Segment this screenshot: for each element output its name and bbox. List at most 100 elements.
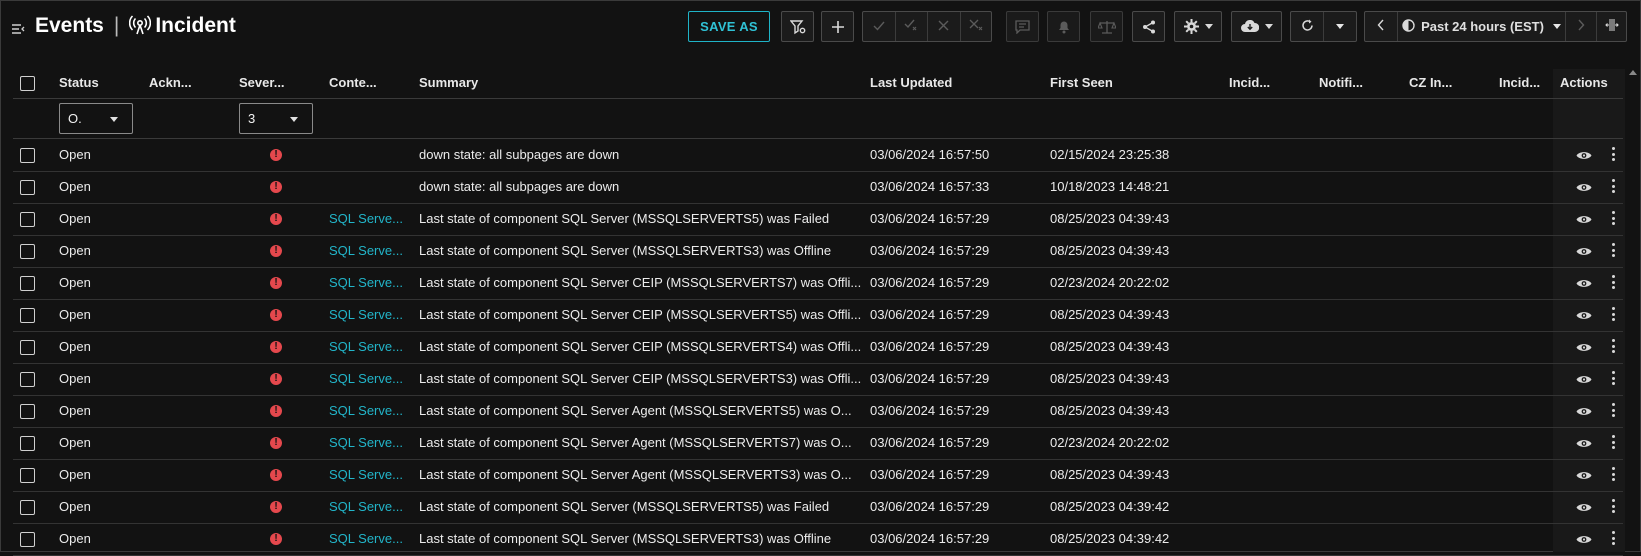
eye-icon[interactable] — [1576, 213, 1592, 228]
table-row[interactable]: Open! SQL Serve... Last state of component… — [13, 267, 1623, 300]
select-all-checkbox[interactable] — [20, 76, 35, 91]
row-checkbox[interactable] — [20, 276, 35, 291]
more-options-icon[interactable] — [1612, 243, 1616, 257]
more-options-icon[interactable] — [1612, 467, 1616, 481]
comment-button[interactable] — [1006, 11, 1039, 42]
column-context[interactable]: Conte... — [329, 75, 377, 90]
eye-icon[interactable] — [1576, 181, 1592, 196]
row-context-link[interactable]: SQL Serve... — [329, 467, 403, 482]
chevron-down-icon — [1264, 24, 1273, 29]
row-context-link[interactable]: SQL Serve... — [329, 339, 403, 354]
eye-icon[interactable] — [1576, 245, 1592, 260]
more-options-icon[interactable] — [1612, 403, 1616, 417]
column-acknowledged[interactable]: Ackn... — [149, 75, 192, 90]
settings-dropdown[interactable] — [1174, 11, 1222, 42]
column-incident-2[interactable]: Incid... — [1499, 75, 1540, 90]
more-options-icon[interactable] — [1612, 339, 1616, 353]
row-checkbox[interactable] — [20, 436, 35, 451]
row-context-link[interactable]: SQL Serve... — [329, 211, 403, 226]
row-checkbox[interactable] — [20, 532, 35, 547]
column-cz-incident[interactable]: CZ In... — [1409, 75, 1452, 90]
more-options-icon[interactable] — [1612, 435, 1616, 449]
table-row[interactable]: Open! down state: all subpages are down 03… — [13, 139, 1623, 172]
share-button[interactable] — [1132, 11, 1165, 42]
table-row[interactable]: Open! SQL Serve... Last state of component… — [13, 491, 1623, 524]
row-checkbox[interactable] — [20, 372, 35, 387]
eye-icon[interactable] — [1576, 373, 1592, 388]
column-incident[interactable]: Incid... — [1229, 75, 1270, 90]
severity-filter-select[interactable]: 3 — [239, 103, 313, 134]
more-options-icon[interactable] — [1612, 275, 1616, 289]
save-as-button[interactable]: SAVE AS — [688, 11, 770, 42]
collapse-icon[interactable] — [11, 22, 25, 36]
table-row[interactable]: Open! SQL Serve... Last state of component… — [13, 523, 1623, 556]
row-checkbox[interactable] — [20, 500, 35, 515]
reopen-button[interactable] — [961, 12, 992, 41]
row-checkbox[interactable] — [20, 148, 35, 163]
acknowledge-button[interactable] — [863, 12, 896, 41]
eye-icon[interactable] — [1576, 309, 1592, 324]
table-row[interactable]: Open! SQL Serve... Last state of component… — [13, 331, 1623, 364]
time-next-button[interactable] — [1566, 12, 1597, 41]
notify-button[interactable] — [1047, 11, 1080, 42]
more-options-icon[interactable] — [1612, 307, 1616, 321]
row-context-link[interactable]: SQL Serve... — [329, 499, 403, 514]
table-row[interactable]: Open! SQL Serve... Last state of component… — [13, 395, 1623, 428]
row-context-link[interactable]: SQL Serve... — [329, 435, 403, 450]
row-checkbox[interactable] — [20, 468, 35, 483]
time-range-adjust-button[interactable] — [1597, 12, 1626, 41]
status-filter-select[interactable]: O. — [59, 103, 133, 134]
row-context-link[interactable]: SQL Serve... — [329, 403, 403, 418]
row-checkbox[interactable] — [20, 308, 35, 323]
column-notification[interactable]: Notifi... — [1319, 75, 1363, 90]
eye-icon[interactable] — [1576, 533, 1592, 548]
export-dropdown[interactable] — [1231, 11, 1282, 42]
time-range-dropdown[interactable]: Past 24 hours (EST) — [1398, 12, 1566, 41]
eye-icon[interactable] — [1576, 437, 1592, 452]
row-context-link[interactable]: SQL Serve... — [329, 275, 403, 290]
row-checkbox[interactable] — [20, 404, 35, 419]
eye-icon[interactable] — [1576, 277, 1592, 292]
eye-icon[interactable] — [1576, 469, 1592, 484]
refresh-button[interactable] — [1291, 12, 1324, 41]
more-options-icon[interactable] — [1612, 499, 1616, 513]
column-status[interactable]: Status — [59, 75, 99, 90]
table-row[interactable]: Open! SQL Serve... Last state of component… — [13, 299, 1623, 332]
row-checkbox[interactable] — [20, 244, 35, 259]
eye-icon[interactable] — [1576, 341, 1592, 356]
more-options-icon[interactable] — [1612, 371, 1616, 385]
row-context-link[interactable]: SQL Serve... — [329, 307, 403, 322]
more-options-icon[interactable] — [1612, 211, 1616, 225]
time-prev-button[interactable] — [1365, 12, 1398, 41]
column-last-updated[interactable]: Last Updated — [870, 75, 952, 90]
add-button[interactable] — [821, 11, 854, 42]
more-options-icon[interactable] — [1612, 179, 1616, 193]
table-row[interactable]: Open! SQL Serve... Last state of component… — [13, 459, 1623, 492]
row-checkbox[interactable] — [20, 180, 35, 195]
more-options-icon[interactable] — [1612, 531, 1616, 545]
more-options-icon[interactable] — [1612, 147, 1616, 161]
column-summary[interactable]: Summary — [419, 75, 478, 90]
close-event-button[interactable] — [928, 12, 961, 41]
row-context-link[interactable]: SQL Serve... — [329, 531, 403, 546]
eye-icon[interactable] — [1576, 405, 1592, 420]
refresh-interval-dropdown[interactable] — [1324, 12, 1356, 41]
row-checkbox[interactable] — [20, 340, 35, 355]
scroll-up-icon[interactable] — [1629, 70, 1637, 75]
row-context-link[interactable]: SQL Serve... — [329, 243, 403, 258]
filter-settings-button[interactable] — [781, 11, 814, 42]
table-row[interactable]: Open! down state: all subpages are down 03… — [13, 171, 1623, 204]
table-row[interactable]: Open! SQL Serve... Last state of component… — [13, 235, 1623, 268]
column-first-seen[interactable]: First Seen — [1050, 75, 1113, 90]
escalate-button[interactable] — [1090, 11, 1123, 42]
table-row[interactable]: Open! SQL Serve... Last state of component… — [13, 427, 1623, 460]
row-checkbox[interactable] — [20, 212, 35, 227]
row-context-link[interactable]: SQL Serve... — [329, 371, 403, 386]
eye-icon[interactable] — [1576, 149, 1592, 164]
table-row[interactable]: Open! SQL Serve... Last state of component… — [13, 203, 1623, 236]
column-severity[interactable]: Sever... — [239, 75, 285, 90]
table-row[interactable]: Open! SQL Serve... Last state of component… — [13, 363, 1623, 396]
severity-critical-icon: ! — [270, 277, 282, 289]
unacknowledge-button[interactable] — [896, 12, 928, 41]
eye-icon[interactable] — [1576, 501, 1592, 516]
